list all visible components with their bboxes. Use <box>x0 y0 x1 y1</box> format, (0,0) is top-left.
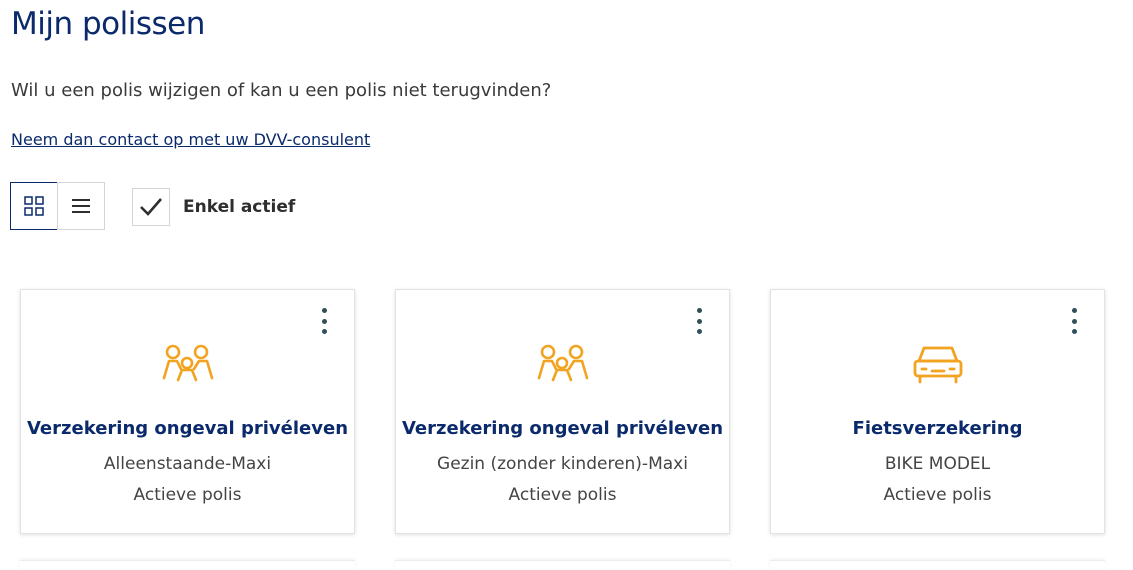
policy-title: Verzekering ongeval privéleven <box>26 418 349 439</box>
car-icon <box>913 346 962 384</box>
people-icon <box>537 344 588 382</box>
list-icon <box>72 199 90 213</box>
next-row-card-edge <box>395 560 730 570</box>
grid-icon <box>24 196 44 216</box>
policy-title: Verzekering ongeval privéleven <box>401 418 724 439</box>
page-title: Mijn polissen <box>11 6 205 42</box>
policy-status: Actieve polis <box>508 485 617 505</box>
policy-status: Actieve polis <box>133 485 242 505</box>
policy-title: Fietsverzekering <box>852 418 1023 439</box>
next-row-card-edge <box>770 560 1105 570</box>
policy-card[interactable]: Verzekering ongeval privéleven Gezin (zo… <box>395 289 730 534</box>
policy-card[interactable]: Fietsverzekering BIKE MODEL Actieve poli… <box>770 289 1105 534</box>
intro-text: Wil u een polis wijzigen of kan u een po… <box>11 80 552 101</box>
more-options-icon[interactable] <box>691 308 707 334</box>
active-filter: Enkel actief <box>132 188 295 226</box>
more-options-icon[interactable] <box>316 308 332 334</box>
people-icon <box>162 344 213 382</box>
policy-subtitle: BIKE MODEL <box>884 454 991 474</box>
active-only-label: Enkel actief <box>183 197 296 217</box>
grid-view-button[interactable] <box>10 182 58 230</box>
policy-card[interactable]: Verzekering ongeval privéleven Alleensta… <box>20 289 355 534</box>
policy-subtitle: Alleenstaande-Maxi <box>103 454 272 474</box>
list-view-button[interactable] <box>57 182 105 230</box>
contact-consultant-link[interactable]: Neem dan contact op met uw DVV-consulent <box>11 130 370 149</box>
active-only-checkbox[interactable] <box>132 188 170 226</box>
policy-subtitle: Gezin (zonder kinderen)-Maxi <box>437 454 688 474</box>
more-options-icon[interactable] <box>1066 308 1082 334</box>
next-row-card-edge <box>20 560 355 570</box>
view-toggle <box>10 182 105 230</box>
checkmark-icon <box>140 198 162 216</box>
policy-status: Actieve polis <box>883 485 992 505</box>
